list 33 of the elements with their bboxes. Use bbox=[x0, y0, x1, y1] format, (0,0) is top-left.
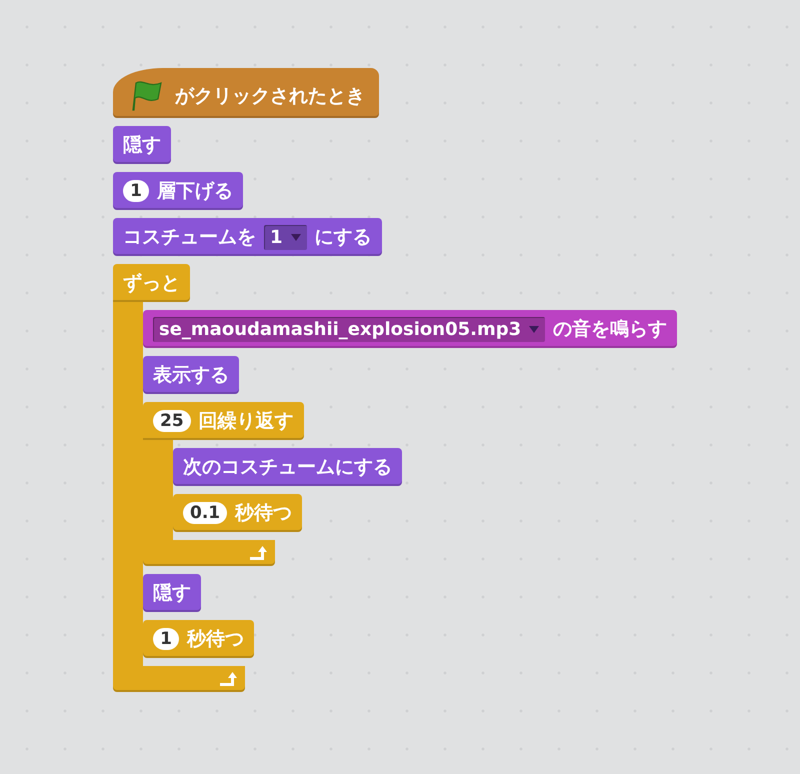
dropdown[interactable]: 1 bbox=[264, 224, 307, 250]
block-label: 隠す bbox=[123, 133, 161, 158]
dropdown-arrow-icon bbox=[290, 234, 301, 240]
block-label: 次のコスチュームにする bbox=[183, 455, 392, 480]
number-input[interactable]: 1 bbox=[123, 180, 149, 202]
block-label: 秒待つ bbox=[235, 501, 292, 526]
command-block[interactable]: 1 秒待つ bbox=[143, 620, 254, 658]
number-input[interactable]: 0.1 bbox=[183, 502, 228, 524]
command-block[interactable]: 隠す bbox=[143, 574, 201, 612]
command-block[interactable]: 1 層下げる bbox=[113, 172, 243, 210]
block-label: がクリックされたとき bbox=[175, 84, 365, 109]
command-block[interactable]: コスチュームを 1 にする bbox=[113, 218, 382, 256]
loop-arrow-icon bbox=[250, 546, 267, 560]
block-label: 回繰り返す bbox=[198, 409, 294, 434]
command-block[interactable]: 隠す bbox=[113, 126, 171, 164]
block-label: 層下げる bbox=[157, 179, 233, 204]
block-label: 秒待つ bbox=[187, 627, 244, 652]
block-label: ずっと bbox=[123, 271, 180, 296]
command-block[interactable]: 次のコスチュームにする bbox=[173, 448, 402, 486]
command-block[interactable]: 0.1 秒待つ bbox=[173, 494, 302, 532]
number-input[interactable]: 25 bbox=[153, 410, 191, 432]
block-label: 表示する bbox=[153, 363, 229, 388]
dropdown-arrow-icon bbox=[529, 326, 540, 332]
number-input[interactable]: 1 bbox=[153, 628, 179, 650]
block-label: の音を鳴らす bbox=[553, 317, 668, 342]
loop-arrow-icon bbox=[220, 672, 237, 686]
command-block[interactable]: se_maoudamashii_explosion05.mp3 の音を鳴らす bbox=[143, 310, 678, 348]
loop-block[interactable]: 25 回繰り返す bbox=[143, 402, 304, 440]
block-label: にする bbox=[314, 225, 372, 250]
block-label: コスチュームを bbox=[123, 225, 256, 250]
block-label: 隠す bbox=[153, 581, 191, 606]
command-block[interactable]: 表示する bbox=[143, 356, 239, 394]
dropdown[interactable]: se_maoudamashii_explosion05.mp3 bbox=[153, 316, 546, 342]
